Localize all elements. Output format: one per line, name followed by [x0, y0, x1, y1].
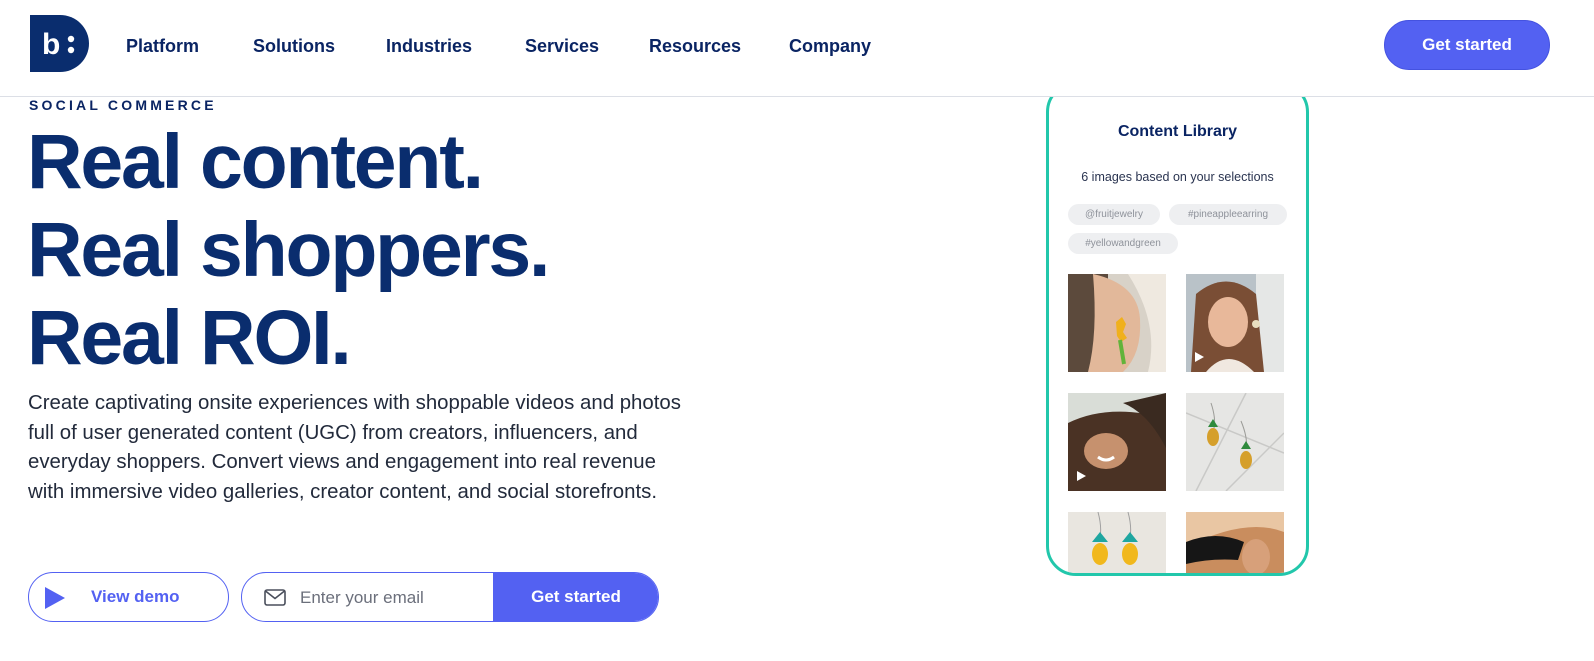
ugc-photo-beaded-earrings[interactable]	[1068, 512, 1166, 573]
tag-chip[interactable]: #yellowandgreen	[1068, 233, 1178, 254]
ugc-photo-earring-profile[interactable]	[1068, 274, 1166, 372]
get-started-submit-button[interactable]: Get started	[493, 573, 658, 621]
content-library-subtitle: 6 images based on your selections	[1081, 170, 1274, 184]
tag-chip[interactable]: @fruitjewelry	[1068, 204, 1160, 225]
view-demo-label: View demo	[91, 587, 180, 606]
site-header: b Platform Solutions Industries Services…	[0, 0, 1594, 97]
content-library-title: Content Library	[1117, 123, 1238, 140]
hero-description: Create captivating onsite experiences wi…	[28, 392, 681, 503]
headline-line-2: Real shoppers.	[27, 207, 550, 293]
nav-services[interactable]: Services	[525, 36, 599, 57]
phone-mockup: Content Library 6 images based on your s…	[1046, 82, 1309, 576]
email-input[interactable]	[298, 573, 492, 621]
nav-resources[interactable]: Resources	[649, 36, 741, 57]
nav-solutions[interactable]: Solutions	[253, 36, 335, 57]
play-icon	[45, 587, 65, 609]
svg-text:b: b	[42, 28, 60, 61]
ugc-video-smiling-woman[interactable]	[1186, 274, 1284, 372]
email-signup-form: Get started	[241, 572, 659, 622]
ugc-photo-woman-sunglasses[interactable]	[1186, 512, 1284, 573]
header-get-started-button[interactable]: Get started	[1384, 20, 1550, 70]
nav-industries[interactable]: Industries	[386, 36, 472, 57]
headline-line-1: Real content.	[27, 119, 484, 205]
ugc-photo-pineapple-earrings[interactable]	[1186, 393, 1284, 491]
mail-icon	[264, 589, 286, 606]
video-play-icon	[1077, 471, 1086, 481]
view-demo-button[interactable]: View demo	[28, 572, 229, 622]
brand-logo[interactable]: b	[30, 15, 89, 72]
headline-line-3: Real ROI.	[27, 295, 352, 381]
tag-chip[interactable]: #pineappleearring	[1169, 204, 1287, 225]
video-play-icon	[1195, 352, 1204, 362]
nav-platform[interactable]: Platform	[126, 36, 199, 57]
ugc-video-woman-hair[interactable]	[1068, 393, 1166, 491]
nav-company[interactable]: Company	[789, 36, 871, 57]
eyebrow-label: SOCIAL COMMERCE	[29, 97, 217, 113]
